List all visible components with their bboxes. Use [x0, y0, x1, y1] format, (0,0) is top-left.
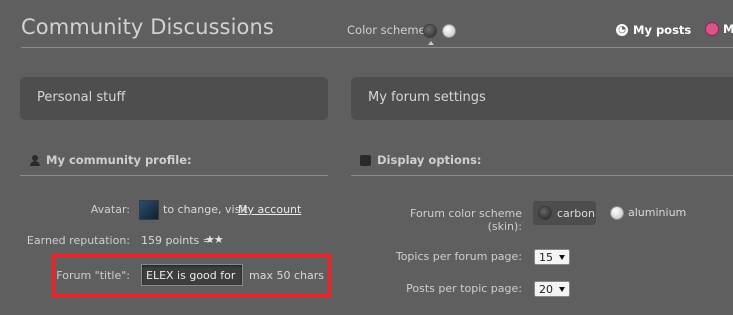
topics-per-page-value: 15	[539, 250, 553, 264]
carbon-label: carbon	[557, 206, 595, 220]
avatar	[140, 201, 158, 219]
avatar-instructions: to change, visit	[163, 203, 248, 216]
my-posts-icon: ◔	[616, 24, 628, 36]
posts-per-page-label: Posts per topic page:	[406, 282, 522, 295]
reputation-value: 159 points =	[141, 234, 212, 247]
color-scheme-light-button[interactable]	[443, 25, 455, 37]
posts-per-page-select[interactable]: 20	[534, 281, 570, 297]
display-divider	[351, 175, 733, 176]
reputation-label: Earned reputation:	[26, 234, 130, 247]
aluminium-label: aluminium	[628, 206, 687, 219]
messages-link[interactable]: M	[705, 22, 733, 36]
skin-label: Forum color scheme (skin):	[410, 207, 522, 233]
highlight-annotation-box	[51, 253, 331, 297]
my-posts-link[interactable]: ◔ My posts	[616, 23, 691, 37]
chevron-down-icon	[559, 286, 565, 292]
topics-per-page-select[interactable]: 15	[534, 249, 570, 265]
topics-per-page-label: Topics per forum page:	[395, 250, 522, 263]
display-section-title: Display options:	[377, 153, 482, 167]
skin-option-carbon[interactable]: carbon	[533, 201, 596, 225]
header-divider	[21, 47, 733, 48]
avatar-label: Avatar:	[90, 203, 130, 216]
my-posts-label: My posts	[633, 23, 692, 37]
reputation-stars-icon: ★★	[205, 233, 224, 246]
profile-section-title: My community profile:	[46, 153, 192, 167]
aluminium-radio-icon	[611, 206, 623, 219]
person-icon	[30, 154, 40, 166]
tab-personal-stuff[interactable]: Personal stuff	[20, 77, 328, 120]
page-title: Community Discussions	[21, 15, 274, 39]
display-options-icon	[360, 154, 371, 166]
skin-option-aluminium[interactable]: aluminium	[611, 206, 686, 219]
profile-section-header: My community profile:	[30, 153, 192, 167]
profile-divider	[20, 175, 328, 176]
selected-scheme-caret-icon	[428, 41, 434, 45]
display-section-header: Display options:	[360, 153, 482, 167]
messages-icon	[705, 22, 719, 36]
color-scheme-dark-button[interactable]	[424, 25, 436, 37]
color-scheme-label: Color scheme	[347, 23, 426, 37]
tab-my-forum-settings[interactable]: My forum settings	[351, 77, 733, 120]
chevron-down-icon	[559, 254, 565, 260]
carbon-radio-icon	[539, 207, 551, 219]
posts-per-page-value: 20	[539, 282, 553, 296]
messages-label: M	[723, 22, 733, 36]
my-account-link[interactable]: My account	[238, 203, 301, 216]
